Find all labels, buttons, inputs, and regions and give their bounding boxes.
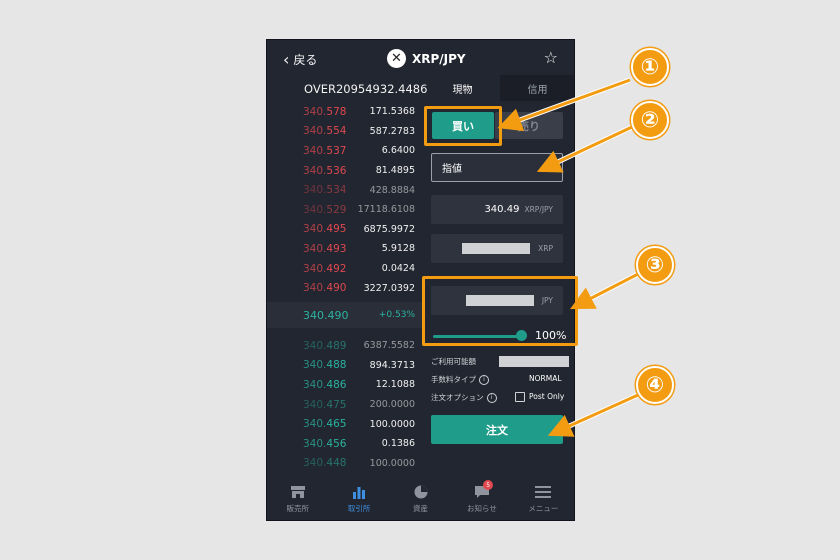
callout-1: ① [631,48,669,86]
callout-2: ② [631,101,669,139]
annotation-arrows [497,77,642,437]
callout-4: ④ [636,366,674,404]
callout-3: ③ [636,246,674,284]
